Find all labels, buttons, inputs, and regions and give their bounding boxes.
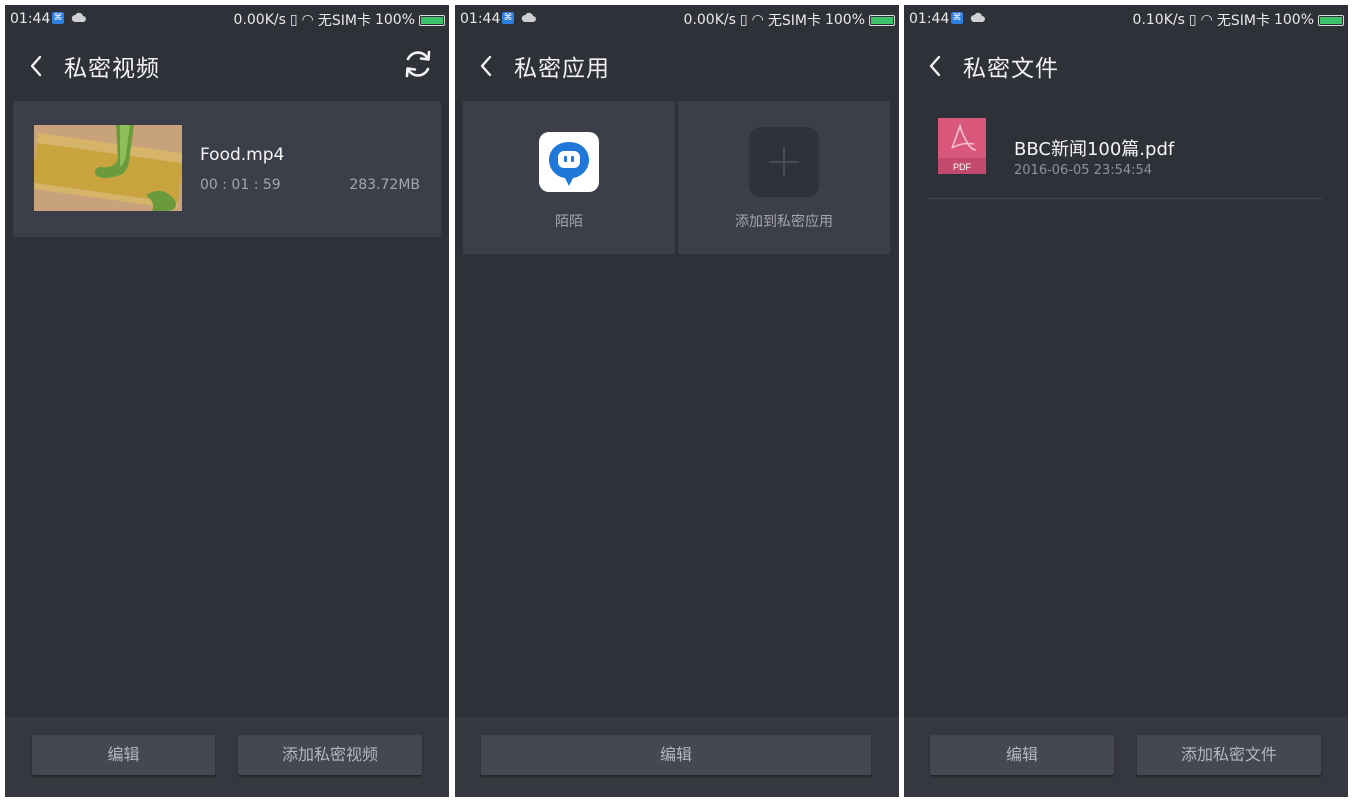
video-thumbnail (34, 125, 182, 211)
vibrate-icon: ▯ (289, 12, 298, 28)
app-label: 添加到私密应用 (735, 214, 833, 230)
sim-status: 无SIM卡 (317, 13, 371, 29)
app-header: 私密文件 (904, 35, 1348, 95)
battery-percent: 100% (824, 12, 865, 28)
add-private-app-tile[interactable]: 添加到私密应用 (678, 101, 890, 254)
pdf-type-label: PDF (953, 162, 972, 172)
cloud-icon (71, 12, 86, 22)
bottom-toolbar: 编辑 (455, 717, 899, 797)
notification-app-icon: ⌘ (502, 12, 514, 24)
back-icon[interactable] (475, 51, 499, 81)
status-time: 01:44 (909, 11, 950, 27)
network-speed: 0.00K/s (233, 12, 286, 28)
private-apps-screen: 01:44 ⌘ 0.00K/s ▯ ◠ 无SIM卡 100% 私密应用 陌陌 添… (455, 5, 899, 797)
status-bar: 01:44 ⌘ 0.10K/s ▯ ◠ 无SIM卡 100% (904, 5, 1348, 35)
back-icon[interactable] (25, 51, 49, 81)
edit-button[interactable]: 编辑 (32, 735, 215, 775)
notification-app-icon: ⌘ (951, 12, 963, 24)
video-duration: 00 : 01 : 59 (200, 177, 281, 193)
file-date: 2016-06-05 23:54:54 (1014, 163, 1153, 178)
network-speed: 0.10K/s (1132, 12, 1185, 28)
wifi-icon: ◠ (1200, 12, 1213, 28)
page-title: 私密视频 (64, 56, 160, 82)
add-private-video-button[interactable]: 添加私密视频 (238, 735, 422, 775)
cloud-icon (521, 12, 536, 22)
private-files-screen: 01:44 ⌘ 0.10K/s ▯ ◠ 无SIM卡 100% 私密文件 PDF … (904, 5, 1348, 797)
battery-percent: 100% (1273, 12, 1314, 28)
bottom-toolbar: 编辑 添加私密视频 (5, 717, 449, 797)
app-header: 私密应用 (455, 35, 899, 95)
video-name: Food.mp4 (200, 145, 285, 165)
momo-app-icon (539, 132, 599, 192)
sim-status: 无SIM卡 (1216, 13, 1270, 29)
bottom-toolbar: 编辑 添加私密文件 (904, 717, 1348, 797)
battery-icon (1318, 14, 1344, 26)
edit-button[interactable]: 编辑 (481, 735, 871, 775)
wifi-icon: ◠ (751, 12, 764, 28)
pdf-file-icon: PDF (938, 118, 986, 174)
back-icon[interactable] (924, 51, 948, 81)
vibrate-icon: ▯ (1188, 12, 1197, 28)
file-name: BBC新闻100篇.pdf (1014, 139, 1175, 160)
cloud-icon (970, 12, 985, 22)
status-time: 01:44 (10, 11, 51, 27)
status-bar: 01:44 ⌘ 0.00K/s ▯ ◠ 无SIM卡 100% (455, 5, 899, 35)
refresh-icon[interactable] (401, 47, 435, 81)
app-header: 私密视频 (5, 35, 449, 95)
sim-status: 无SIM卡 (767, 13, 821, 29)
wifi-icon: ◠ (301, 12, 314, 28)
file-list-item[interactable]: PDF BBC新闻100篇.pdf 2016-06-05 23:54:54 (928, 110, 1322, 199)
status-time: 01:44 (460, 11, 501, 27)
video-size: 283.72MB (349, 177, 420, 193)
battery-percent: 100% (374, 12, 415, 28)
notification-app-icon: ⌘ (52, 12, 64, 24)
vibrate-icon: ▯ (739, 12, 748, 28)
network-speed: 0.00K/s (683, 12, 736, 28)
app-tile-momo[interactable]: 陌陌 (463, 101, 675, 254)
app-label: 陌陌 (555, 214, 583, 230)
edit-button[interactable]: 编辑 (930, 735, 1114, 775)
battery-icon (419, 14, 445, 26)
video-list-item[interactable]: Food.mp4 00 : 01 : 59 283.72MB (13, 101, 441, 237)
page-title: 私密应用 (514, 56, 610, 82)
page-title: 私密文件 (963, 56, 1059, 82)
add-private-file-button[interactable]: 添加私密文件 (1137, 735, 1321, 775)
battery-icon (869, 14, 895, 26)
private-videos-screen: 01:44 ⌘ 0.00K/s ▯ ◠ 无SIM卡 100% 私密视频 Food… (5, 5, 449, 797)
status-bar: 01:44 ⌘ 0.00K/s ▯ ◠ 无SIM卡 100% (5, 5, 449, 35)
plus-icon (749, 127, 819, 197)
